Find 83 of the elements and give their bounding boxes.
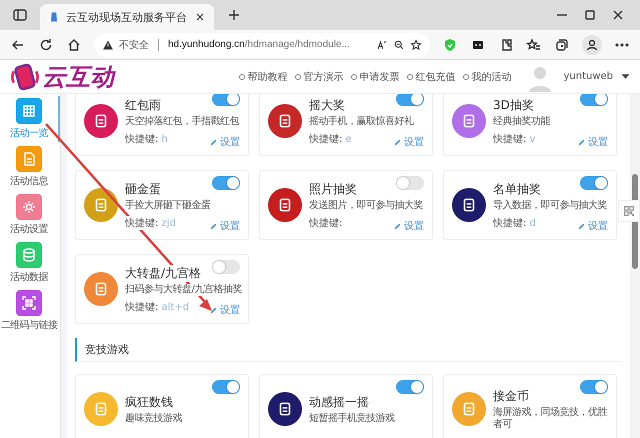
nav-link[interactable]: 红包充值 bbox=[407, 70, 456, 84]
settings-link[interactable]: 设置 bbox=[393, 135, 424, 149]
module-title: 大转盘/九宫格 bbox=[125, 264, 202, 282]
user-menu[interactable]: yuntuweb bbox=[563, 71, 613, 82]
settings-link[interactable]: 设置 bbox=[209, 219, 240, 233]
module-title: 3D抽奖 bbox=[493, 96, 534, 114]
sidebar-item[interactable]: 活动一览 bbox=[0, 96, 60, 142]
toggle-switch[interactable] bbox=[396, 380, 424, 394]
pencil-icon bbox=[209, 138, 218, 146]
nav-link[interactable]: 官方演示 bbox=[295, 70, 344, 84]
nav-link[interactable]: 我的活动 bbox=[463, 70, 512, 84]
module-description: 导入数据，即可参与抽大奖 bbox=[493, 200, 607, 212]
settings-link[interactable]: 设置 bbox=[209, 303, 240, 317]
caret-icon[interactable] bbox=[621, 72, 630, 81]
security-label: 不安全 bbox=[119, 38, 149, 52]
module-title: 砸金蛋 bbox=[125, 180, 161, 198]
collections-icon[interactable] bbox=[554, 36, 570, 52]
pencil-icon bbox=[577, 222, 586, 230]
sidebar-item[interactable]: 活动设置 bbox=[0, 192, 60, 238]
tab-title: 云互动现场互动服务平台 bbox=[66, 10, 188, 24]
module-title: 摇大奖 bbox=[309, 96, 345, 114]
sidebar-item[interactable]: 活动数据 bbox=[0, 240, 60, 286]
warning-icon bbox=[102, 38, 114, 50]
sidebar-item[interactable]: 二维码与链接 bbox=[0, 288, 60, 334]
favorites-icon[interactable] bbox=[526, 36, 542, 52]
home-icon[interactable] bbox=[66, 36, 82, 52]
pencil-icon bbox=[393, 222, 402, 230]
profile-icon[interactable] bbox=[582, 34, 602, 54]
section-heading: 竞技游戏 bbox=[75, 338, 622, 362]
module-description: 短暂摇手机竞技游戏 bbox=[309, 412, 394, 424]
qr-code-icon[interactable] bbox=[618, 200, 640, 222]
site-favicon-icon bbox=[48, 11, 60, 23]
module-description: 发送图片，即可参与抽大奖 bbox=[309, 200, 423, 212]
pencil-icon bbox=[209, 306, 218, 314]
nav-link[interactable]: 申请发票 bbox=[351, 70, 400, 84]
module-description: 扫码参与大转盘/九宫格抽奖 bbox=[125, 284, 242, 296]
close-icon[interactable] bbox=[194, 11, 206, 23]
logo-text: 云互动 bbox=[42, 62, 114, 92]
toggle-switch[interactable] bbox=[396, 94, 424, 106]
star-icon[interactable] bbox=[410, 38, 422, 50]
url-text: hd.yunhudong.cn/hdmanage/hdmodule... bbox=[168, 39, 350, 50]
toggle-switch[interactable] bbox=[580, 380, 608, 394]
module-description: 经典抽奖功能 bbox=[493, 116, 550, 128]
module-title: 疯狂数钱 bbox=[125, 394, 173, 410]
shortcut-text: 快捷键: e bbox=[309, 132, 352, 146]
pencil-icon bbox=[577, 138, 586, 146]
tab-actions-icon[interactable] bbox=[12, 7, 28, 23]
shortcut-text: 快捷键: h bbox=[125, 132, 168, 146]
settings-link[interactable]: 设置 bbox=[209, 135, 240, 149]
module-description: 手捡大屏砸下砸金蛋 bbox=[125, 200, 210, 212]
browser-tab[interactable]: 云互动现场互动服务平台 bbox=[40, 4, 214, 30]
shortcut-text: 快捷键: d bbox=[493, 216, 536, 230]
sidebar-item[interactable]: 活动信息 bbox=[0, 144, 60, 190]
toggle-switch[interactable] bbox=[212, 94, 240, 106]
toggle-switch[interactable] bbox=[212, 176, 240, 190]
module-description: 趣味竞技游戏 bbox=[125, 412, 182, 424]
module-title: 动感摇一摇 bbox=[309, 394, 369, 410]
module-description: 天空掉落红包，手指戳红包 bbox=[125, 116, 239, 128]
module-title: 照片抽奖 bbox=[309, 180, 357, 198]
nav-link[interactable]: 帮助教程 bbox=[239, 70, 288, 84]
shortcut-text: 快捷键: zjd bbox=[125, 216, 176, 230]
toggle-switch[interactable] bbox=[580, 176, 608, 190]
shortcut-text: 快捷键: alt+d bbox=[125, 300, 190, 314]
toggle-switch[interactable] bbox=[396, 176, 424, 190]
refresh-icon[interactable] bbox=[38, 36, 54, 52]
module-title: 接金币 bbox=[493, 388, 529, 404]
toggle-switch[interactable] bbox=[580, 94, 608, 106]
module-description: 摇动手机，赢取惊喜好礼 bbox=[309, 116, 414, 128]
read-aloud-icon[interactable] bbox=[376, 38, 388, 50]
pencil-icon bbox=[393, 138, 402, 146]
settings-link[interactable]: 设置 bbox=[577, 135, 608, 149]
shortcut-text: 快捷键: v bbox=[493, 132, 536, 146]
toggle-switch[interactable] bbox=[212, 380, 240, 394]
shortcut-text: 快捷键: bbox=[309, 216, 342, 230]
zoom-out-icon[interactable] bbox=[393, 38, 405, 50]
address-field[interactable]: 不安全 hd.yunhudong.cn/hdmanage/hdmodule... bbox=[94, 32, 430, 56]
module-title: 红包雨 bbox=[125, 96, 161, 114]
settings-link[interactable]: 设置 bbox=[393, 219, 424, 233]
module-title: 名单抽奖 bbox=[493, 180, 541, 198]
settings-link[interactable]: 设置 bbox=[577, 219, 608, 233]
pencil-icon bbox=[209, 222, 218, 230]
toggle-switch[interactable] bbox=[212, 260, 240, 274]
new-tab-icon[interactable] bbox=[226, 7, 242, 23]
